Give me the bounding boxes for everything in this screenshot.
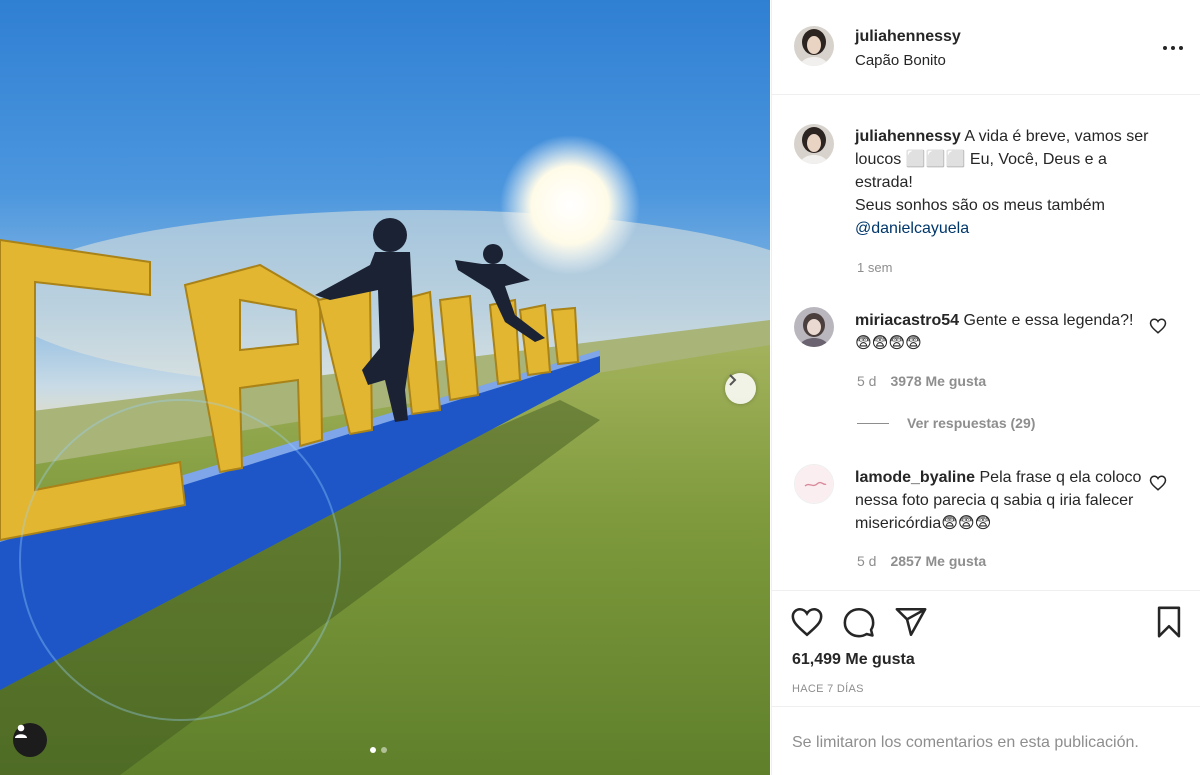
post-timestamp[interactable]: HACE 7 DÍAS — [792, 683, 864, 695]
post-header: juliahennessy Capão Bonito — [772, 0, 1200, 95]
share-icon[interactable] — [894, 605, 928, 639]
post-image — [0, 135, 770, 775]
comment: lamode_byaline Pela frase q ela coloco n… — [855, 466, 1145, 535]
post-actions: 61,499 Me gusta HACE 7 DÍAS — [772, 590, 1200, 705]
view-replies-button[interactable]: Ver respuestas (29) — [857, 415, 1035, 431]
heart-icon[interactable] — [790, 605, 824, 639]
chevron-right-icon — [729, 374, 737, 386]
comment-username[interactable]: lamode_byaline — [855, 469, 975, 486]
bookmark-icon[interactable] — [1152, 605, 1186, 639]
replies-divider — [857, 422, 889, 424]
profile-picture — [794, 307, 834, 347]
comment-timestamp: 5 d — [857, 373, 877, 389]
sun — [500, 135, 640, 275]
comment-likes[interactable]: 3978 Me gusta — [890, 373, 986, 389]
comment-icon[interactable] — [842, 605, 876, 639]
heart-icon[interactable] — [1149, 317, 1167, 335]
more-options-icon[interactable] — [1161, 38, 1185, 58]
post-photo[interactable] — [0, 0, 770, 775]
heart-icon[interactable] — [1149, 474, 1167, 492]
profile-picture — [794, 26, 834, 66]
view-replies-label: Ver respuestas (29) — [907, 415, 1036, 431]
comments-limited-notice: Se limitaron los comentarios en esta pub… — [772, 706, 1200, 775]
profile-picture — [795, 465, 833, 503]
caption-username[interactable]: juliahennessy — [855, 128, 961, 145]
comment-meta: 5 d 3978 Me gusta — [857, 373, 986, 389]
post-side-panel: juliahennessy Capão Bonito juliahennessy… — [771, 0, 1200, 775]
comment-meta: 5 d 2857 Me gusta — [857, 553, 986, 569]
comment-likes[interactable]: 2857 Me gusta — [890, 553, 986, 569]
caption-avatar[interactable] — [794, 124, 834, 164]
post-author-username[interactable]: juliahennessy — [855, 28, 961, 46]
commenter-avatar[interactable] — [794, 464, 834, 504]
commenter-avatar[interactable] — [794, 307, 834, 347]
carousel-dot — [381, 747, 387, 753]
caption-text-line2: Seus sonhos são os meus também — [855, 197, 1105, 214]
tagged-users-button[interactable] — [13, 723, 47, 757]
comment-username[interactable]: miriacastro54 — [855, 312, 959, 329]
avatar[interactable] — [794, 26, 834, 66]
comment-timestamp: 5 d — [857, 553, 877, 569]
carousel-indicator — [370, 747, 387, 753]
comment: miriacastro54 Gente e essa legenda?!😨😨😨😨 — [855, 309, 1145, 355]
comments-limited-text: Se limitaron los comentarios en esta pub… — [792, 734, 1139, 751]
user-tag-icon — [15, 724, 27, 738]
next-photo-button[interactable] — [725, 373, 756, 404]
carousel-dot — [370, 747, 376, 753]
profile-picture — [794, 124, 834, 164]
post-likes-count[interactable]: 61,499 Me gusta — [792, 651, 915, 669]
post-caption: juliahennessy A vida é breve, vamos ser … — [855, 125, 1155, 240]
caption-timestamp: 1 sem — [857, 260, 893, 275]
caption-mention[interactable]: @danielcayuela — [855, 220, 969, 237]
post-location[interactable]: Capão Bonito — [855, 52, 946, 69]
